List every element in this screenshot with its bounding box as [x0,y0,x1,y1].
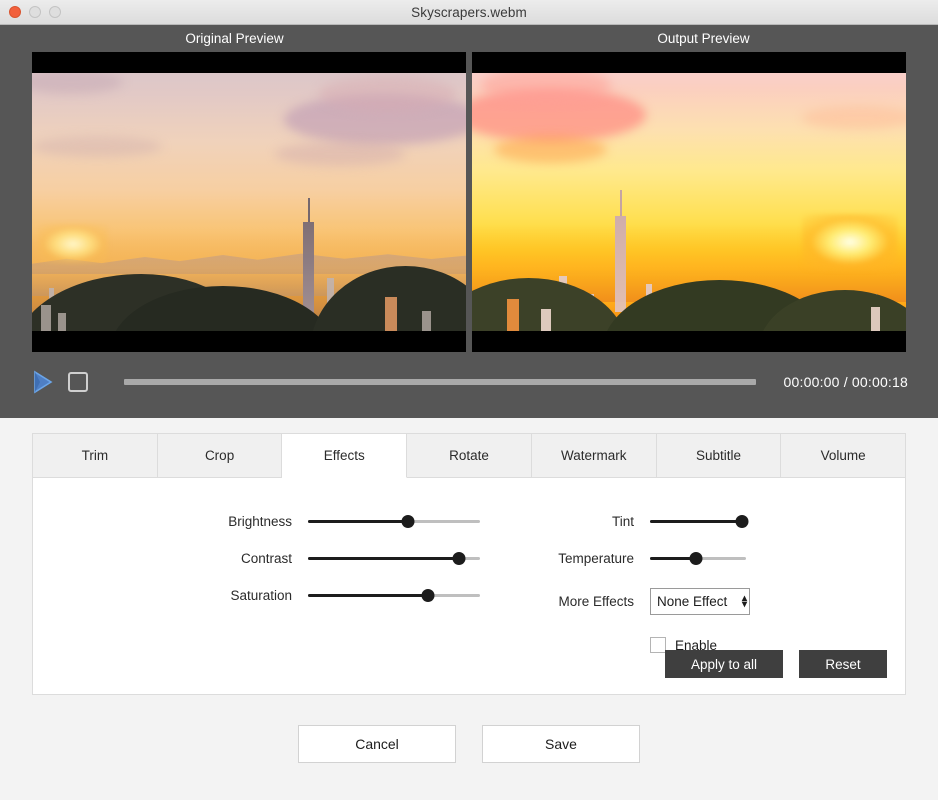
slider-fill [308,594,429,597]
playback-progress-slider[interactable] [124,379,756,385]
effects-left-column: Brightness Contrast Saturation [33,514,480,653]
effects-right-column: Tint Temperature More Effects None Effec… [480,514,905,653]
output-preview-video[interactable] [472,52,906,352]
contrast-row: Contrast [33,551,480,566]
cloud-shape [32,136,163,157]
contrast-label: Contrast [240,551,292,566]
saturation-label: Saturation [230,588,292,603]
timecode-display: 00:00:00 / 00:00:18 [783,374,908,390]
effects-columns: Brightness Contrast Saturation Tint Temp… [33,514,905,653]
apply-to-all-button[interactable]: Apply to all [665,650,783,678]
window-controls [9,6,61,18]
reset-button[interactable]: Reset [799,650,887,678]
output-preview-label: Output Preview [657,31,750,46]
window-title: Skyscrapers.webm [411,4,527,20]
effects-action-row: Apply to all Reset [665,650,887,678]
tab-volume[interactable]: Volume [781,434,906,478]
cloud-shape [493,136,607,163]
temperature-label: Temperature [558,551,634,566]
original-scene [32,52,466,352]
output-scene [472,52,906,352]
brightness-label: Brightness [228,514,292,529]
preview-labels: Original Preview Output Preview [0,25,938,52]
play-icon[interactable] [30,369,54,395]
tab-crop[interactable]: Crop [157,434,283,478]
original-preview-video[interactable] [32,52,466,352]
contrast-slider[interactable] [308,552,480,566]
slider-fill [650,520,743,523]
save-button[interactable]: Save [482,725,640,763]
tab-rotate[interactable]: Rotate [407,434,532,478]
chevron-down-icon[interactable]: ▾ [742,599,747,609]
slider-track [308,594,480,597]
cloud-shape [801,106,906,130]
foreground-building [506,299,519,331]
effects-tab-panel: Brightness Contrast Saturation Tint Temp… [33,478,905,694]
cancel-button[interactable]: Cancel [298,725,456,763]
tab-trim[interactable]: Trim [33,434,158,478]
brightness-row: Brightness [33,514,480,529]
temperature-slider[interactable] [650,552,746,566]
more-effects-value: None Effect [657,594,728,609]
transport-bar: 00:00:00 / 00:00:18 [0,352,938,412]
saturation-slider[interactable] [308,589,480,603]
stop-icon[interactable] [68,372,88,392]
enable-checkbox[interactable] [650,637,666,653]
foreground-building [870,307,880,331]
saturation-row: Saturation [33,588,480,603]
tab-watermark[interactable]: Watermark [531,434,657,478]
letterbox-bar [472,52,906,73]
video-editor-window: Skyscrapers.webm Original Preview Output… [0,0,938,800]
preview-videos [0,52,938,352]
slider-fill [308,520,408,523]
more-effects-select[interactable]: None Effect ▴ ▾ [650,588,750,615]
slider-thumb[interactable] [452,552,466,565]
slider-track [308,520,480,523]
tab-effects[interactable]: Effects [282,434,408,478]
cloud-shape [275,142,406,166]
dialog-footer: Cancel Save [32,695,906,763]
foreground-building [40,305,51,331]
editor-bottom-section: Trim Crop Effects Rotate Watermark Subti… [0,418,938,800]
stepper-arrows-icon[interactable]: ▴ ▾ [742,593,747,609]
slider-thumb[interactable] [689,552,703,565]
tint-row: Tint [480,514,905,529]
more-effects-row: More Effects None Effect ▴ ▾ [480,588,905,615]
foreground-building [384,297,397,331]
preview-area: Original Preview Output Preview 00:00:00… [0,25,938,418]
slider-track [650,520,746,523]
original-preview-label: Original Preview [185,31,284,46]
editor-tabs: Trim Crop Effects Rotate Watermark Subti… [33,434,906,478]
taipei-101-tower [303,222,315,314]
slider-thumb[interactable] [735,515,749,528]
title-bar: Skyscrapers.webm [0,0,938,25]
maximize-button[interactable] [49,6,61,18]
letterbox-bar [472,331,906,352]
tint-slider[interactable] [650,515,749,529]
foreground-building [541,309,552,331]
slider-thumb[interactable] [401,515,415,528]
letterbox-bar [32,331,466,352]
temperature-row: Temperature [480,551,905,566]
cloud-shape [318,76,458,112]
more-effects-label: More Effects [558,594,634,609]
slider-thumb[interactable] [421,589,435,602]
close-button[interactable] [9,6,21,18]
editor-panel: Trim Crop Effects Rotate Watermark Subti… [32,433,906,695]
tab-subtitle[interactable]: Subtitle [656,434,782,478]
foreground-building [422,311,432,331]
brightness-slider[interactable] [308,515,480,529]
tint-label: Tint [611,514,634,529]
minimize-button[interactable] [29,6,41,18]
taipei-101-tower [615,216,627,312]
foreground-building [58,313,67,331]
slider-fill [308,557,460,560]
letterbox-bar [32,52,466,73]
